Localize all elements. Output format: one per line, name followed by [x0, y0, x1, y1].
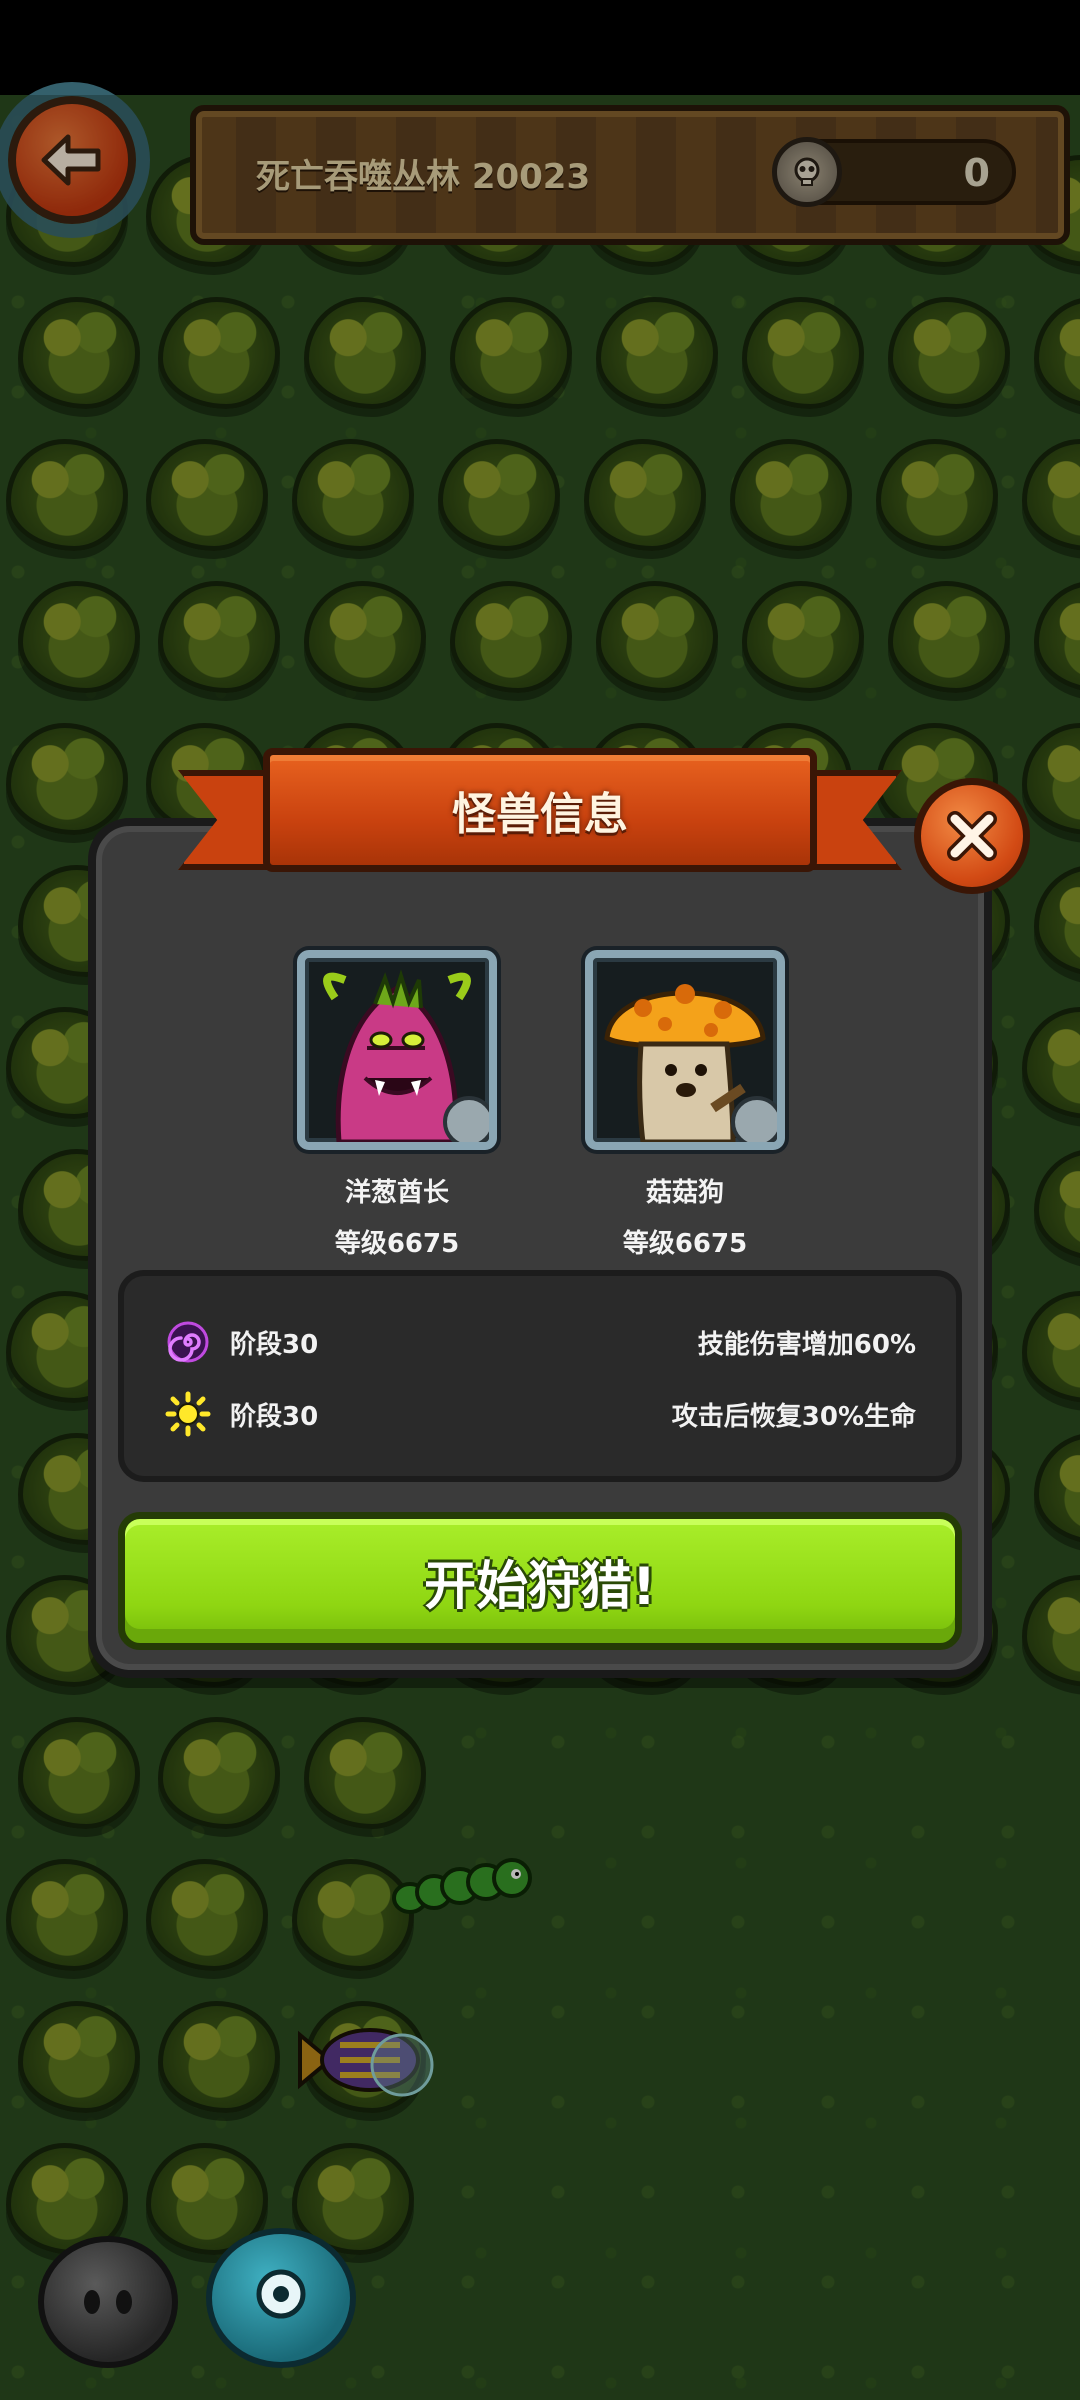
blue-horned-pet[interactable] — [206, 2228, 356, 2368]
start-hunt-label: 开始狩猎! — [424, 1556, 656, 1617]
stat-label: 阶段30 — [230, 1329, 319, 1360]
close-icon — [947, 811, 997, 861]
start-hunt-button[interactable]: 开始狩猎! — [118, 1512, 962, 1650]
monster-level: 等级6675 — [622, 1229, 748, 1259]
stat-row: 阶段30 技能伤害增加60% — [164, 1312, 916, 1372]
skull-badge-icon — [443, 1096, 489, 1142]
stat-effect: 攻击后恢复30%生命 — [671, 1401, 916, 1432]
monster-level: 等级6675 — [334, 1229, 460, 1259]
black-blob-pet[interactable] — [38, 2236, 178, 2368]
sun-icon — [164, 1390, 212, 1438]
monster-name: 菇菇狗 — [645, 1178, 724, 1208]
skull-badge-icon — [731, 1096, 777, 1142]
status-bar — [0, 0, 1080, 95]
stage-effects-panel: 阶段30 技能伤害增加60% 阶段30 攻击后恢复30%生命 — [118, 1270, 962, 1482]
monster-card-onion-chief[interactable]: 洋葱酋长 等级6675 — [292, 950, 502, 1260]
onion-chief-portrait — [297, 950, 497, 1150]
monster-card-mushroom-dog[interactable]: 菇菇狗 等级6675 — [580, 950, 790, 1260]
mushroom-dog-portrait — [585, 950, 785, 1150]
modal-title-ribbon: 怪兽信息 — [178, 740, 902, 900]
monster-name: 洋葱酋长 — [344, 1178, 449, 1208]
modal-title: 怪兽信息 — [452, 789, 628, 840]
stat-label: 阶段30 — [230, 1401, 319, 1432]
stat-row: 阶段30 攻击后恢复30%生命 — [164, 1384, 916, 1444]
close-button[interactable] — [914, 778, 1030, 894]
purple-spiral-icon — [164, 1318, 212, 1366]
stat-effect: 技能伤害增加60% — [697, 1329, 916, 1360]
